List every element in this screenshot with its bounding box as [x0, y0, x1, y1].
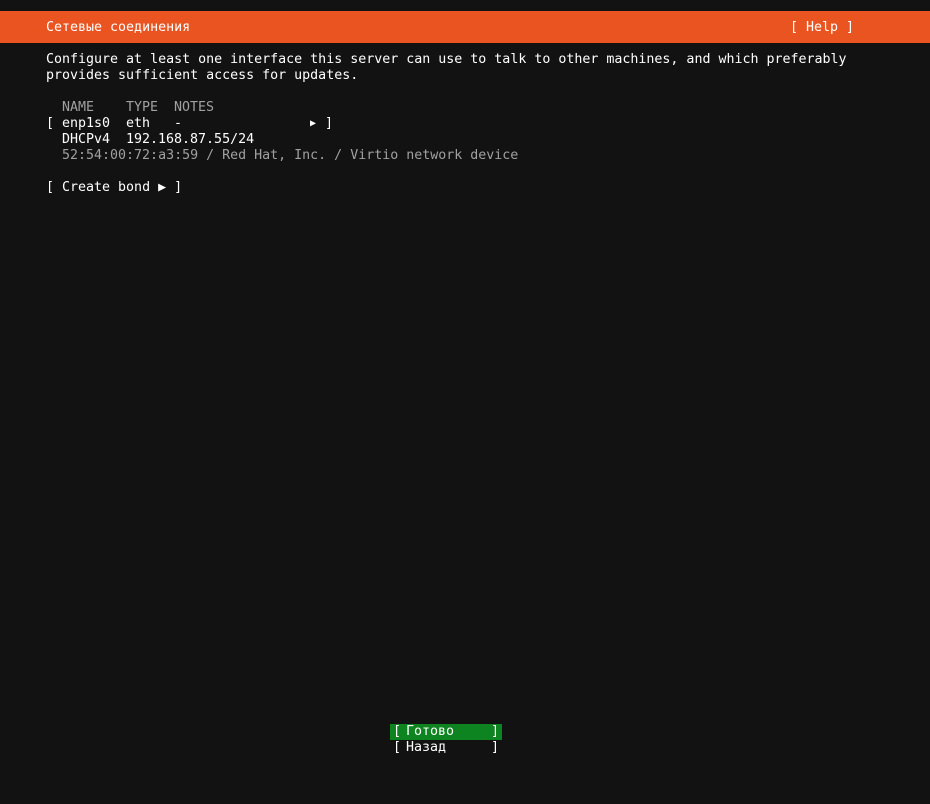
address-method: DHCPv4	[62, 132, 111, 147]
column-header-name: NAME	[62, 100, 95, 115]
column-header-type: TYPE	[126, 100, 159, 115]
description-line-1: Configure at least one interface this se…	[46, 52, 847, 67]
hardware-info: 52:54:00:72:a3:59 / Red Hat, Inc. / Virt…	[62, 148, 519, 163]
create-bond-button[interactable]: [ Create bond ▶ ]	[46, 180, 182, 196]
description-line-2: provides sufficient access for updates.	[46, 68, 359, 83]
expand-arrow-icon: ▶	[310, 118, 317, 129]
interface-type: eth	[126, 116, 151, 131]
back-open-bracket: [	[393, 740, 402, 755]
back-close-bracket: ]	[490, 740, 499, 755]
help-button[interactable]: [ Help ]	[790, 20, 854, 36]
row-close-bracket: ]	[325, 116, 334, 131]
column-header-notes: NOTES	[174, 100, 215, 115]
back-label: Назад	[406, 740, 447, 755]
interface-name: enp1s0	[62, 116, 111, 131]
header-bar: Сетевые соединения [ Help ]	[0, 11, 930, 43]
interface-notes: -	[174, 116, 183, 131]
done-close-bracket: ]	[490, 724, 499, 739]
ip-address: 192.168.87.55/24	[126, 132, 255, 147]
done-open-bracket: [	[393, 724, 402, 739]
window-top-strip	[0, 0, 930, 11]
done-label: Готово	[406, 724, 455, 739]
page-title: Сетевые соединения	[46, 20, 191, 35]
back-button[interactable]: [ Назад ]	[390, 740, 502, 756]
row-open-bracket: [	[46, 116, 55, 131]
done-button[interactable]: [ Готово ]	[390, 724, 502, 740]
